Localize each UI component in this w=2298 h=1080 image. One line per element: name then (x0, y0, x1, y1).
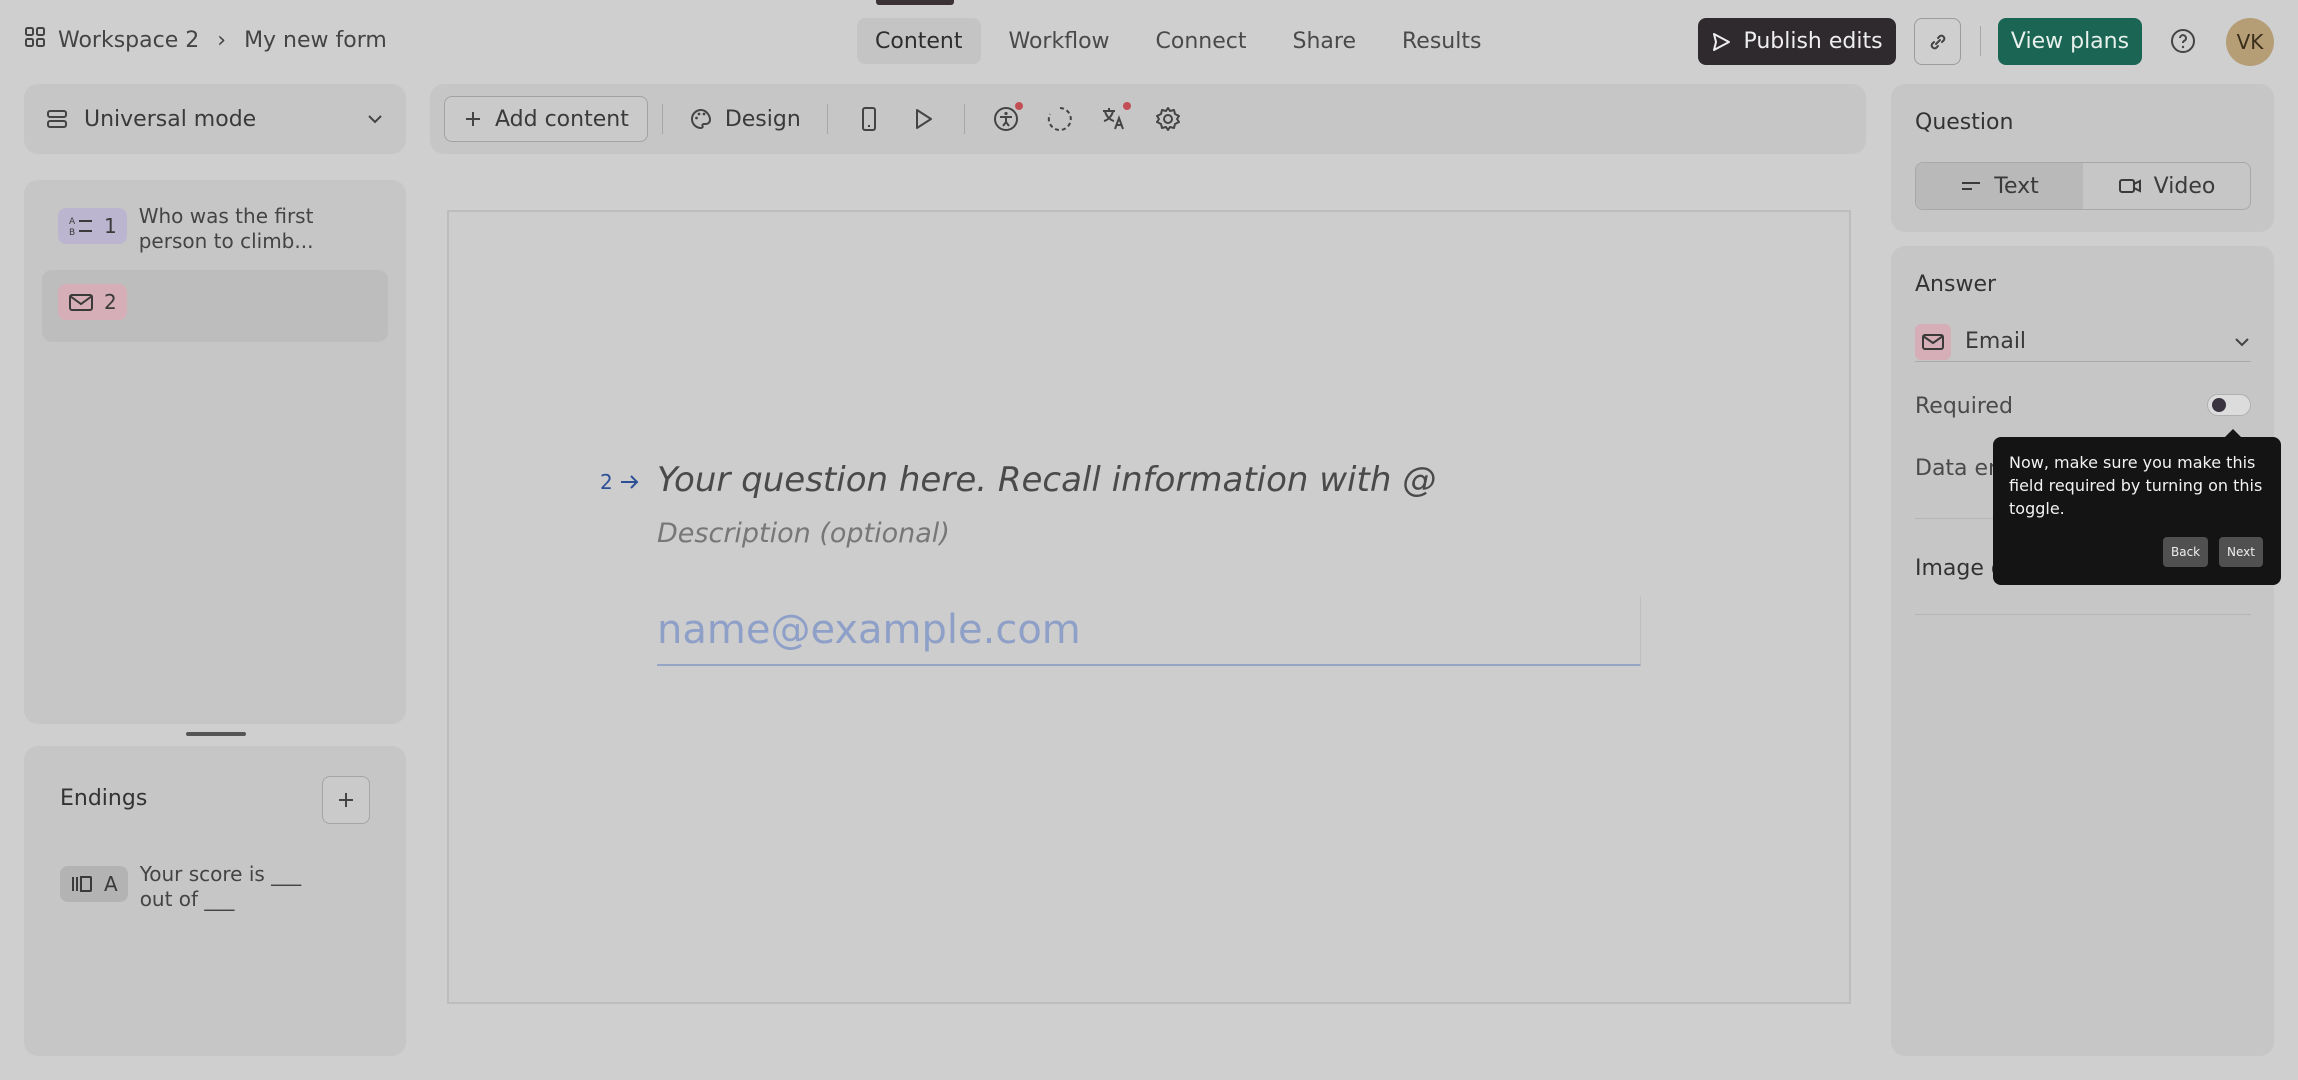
chevron-down-icon (368, 115, 382, 124)
divider (1915, 614, 2251, 615)
svg-text:B: B (69, 228, 75, 237)
palette-icon (690, 108, 711, 130)
image-option-label: Image o (1915, 556, 2005, 581)
email-answer-field[interactable] (657, 596, 1641, 666)
question-badge: AB 1 (58, 208, 127, 244)
question-label: Question (1915, 110, 2014, 135)
toggle-knob (2212, 398, 2226, 412)
breadcrumb: Workspace 2 › My new form (24, 26, 387, 54)
grid-icon[interactable] (24, 26, 46, 54)
tab-results[interactable]: Results (1384, 18, 1499, 64)
tooltip-text: Now, make sure you make this field requi… (2009, 453, 2263, 518)
video-option-button[interactable]: Video (2083, 163, 2250, 209)
ending-badge: A (60, 866, 128, 902)
question-number: 2 (600, 470, 613, 494)
answer-label: Answer (1915, 272, 1997, 297)
design-label: Design (724, 106, 801, 132)
divider (1980, 26, 1981, 56)
multiple-choice-icon: AB (69, 217, 92, 237)
avatar[interactable]: VK (2226, 18, 2274, 66)
send-icon (1713, 32, 1731, 51)
text-option-button[interactable]: Text (1916, 163, 2083, 209)
question-badge: 2 (58, 284, 127, 320)
design-button[interactable]: Design (677, 107, 813, 132)
top-bar: Workspace 2 › My new form Content Workfl… (0, 0, 2298, 82)
arrow-right-icon (620, 475, 639, 489)
question-title-input[interactable]: Your question here. Recall information w… (657, 460, 1436, 500)
mail-icon (69, 294, 93, 311)
question-text: Who was the first person to climb... (138, 204, 314, 253)
question-number: 1 (104, 214, 117, 238)
data-enrichment-label: Data en (1915, 456, 2003, 481)
onboarding-tooltip: Now, make sure you make this field requi… (1993, 429, 2281, 585)
link-icon (1930, 34, 1945, 49)
question-type-toggle: Text Video (1915, 162, 2251, 210)
video-icon (2118, 179, 2141, 193)
divider (963, 104, 965, 134)
add-content-button[interactable]: Add content (444, 96, 648, 142)
question-description-input[interactable]: Description (optional) (657, 518, 950, 549)
question-number-indicator: 2 (600, 470, 641, 494)
mobile-preview-icon[interactable] (850, 100, 888, 138)
ending-item[interactable]: A Your score is ___ out of ___ (60, 862, 320, 912)
plus-icon (339, 793, 353, 807)
list-item[interactable]: 2 (42, 270, 388, 342)
translate-icon[interactable] (1095, 100, 1133, 138)
divider (826, 104, 828, 134)
editor-toolbar: Add content Design (430, 84, 1866, 154)
video-option-label: Video (2153, 173, 2216, 199)
view-plans-button[interactable]: View plans (1998, 18, 2142, 65)
publish-label: Publish edits (1743, 29, 1883, 54)
mail-icon (1915, 323, 1951, 360)
breadcrumb-workspace[interactable]: Workspace 2 (58, 28, 199, 53)
divider (661, 104, 663, 134)
answer-type-select[interactable]: Email (1915, 322, 2251, 362)
tab-content[interactable]: Content (857, 18, 981, 64)
svg-text:A: A (69, 217, 76, 227)
required-label: Required (1915, 394, 2013, 419)
ending-letter: A (104, 872, 118, 896)
resize-handle[interactable] (186, 732, 246, 736)
publish-edits-button[interactable]: Publish edits (1698, 18, 1896, 65)
active-tab-indicator (876, 0, 954, 5)
tooltip-next-button[interactable]: Next (2219, 537, 2263, 567)
mode-label: Universal mode (84, 106, 257, 132)
chevron-right-icon: › (217, 27, 227, 53)
tab-connect[interactable]: Connect (1138, 18, 1265, 64)
notification-dot (1122, 102, 1131, 110)
tab-share[interactable]: Share (1275, 18, 1375, 64)
ending-text: Your score is ___ out of ___ (139, 862, 302, 911)
required-toggle[interactable] (2207, 394, 2251, 416)
help-icon[interactable] (2168, 26, 2198, 56)
accessibility-icon[interactable] (987, 100, 1025, 138)
answer-settings-panel: Answer Email Required Data en Image o (1891, 246, 2274, 1056)
question-settings-panel: Question Text Video (1891, 84, 2274, 232)
plus-icon (466, 112, 480, 126)
endings-panel: Endings A Your score is ___ out of ___ (24, 746, 406, 1056)
main-tabs: Content Workflow Connect Share Results (857, 18, 1499, 64)
notification-dot (1014, 102, 1023, 110)
add-ending-button[interactable] (322, 776, 370, 824)
add-content-label: Add content (495, 106, 629, 132)
layers-icon (47, 110, 67, 128)
breadcrumb-form[interactable]: My new form (244, 28, 387, 53)
answer-type-label: Email (1965, 329, 2027, 354)
loading-icon[interactable] (1041, 100, 1079, 138)
question-number: 2 (104, 290, 117, 314)
mode-selector[interactable]: Universal mode (24, 84, 406, 154)
play-icon[interactable] (904, 100, 942, 138)
text-lines-icon (1962, 182, 1981, 190)
list-item[interactable]: AB 1 Who was the first person to climb..… (42, 194, 388, 266)
settings-gear-icon[interactable] (1149, 100, 1187, 138)
chevron-down-icon (2235, 337, 2249, 346)
copy-link-button[interactable] (1914, 18, 1961, 65)
question-list: AB 1 Who was the first person to climb..… (24, 180, 406, 724)
endings-title: Endings (60, 786, 148, 811)
tooltip-back-button[interactable]: Back (2163, 537, 2209, 567)
tab-workflow[interactable]: Workflow (991, 18, 1128, 64)
text-option-label: Text (1994, 173, 2039, 199)
ending-icon (72, 876, 92, 892)
